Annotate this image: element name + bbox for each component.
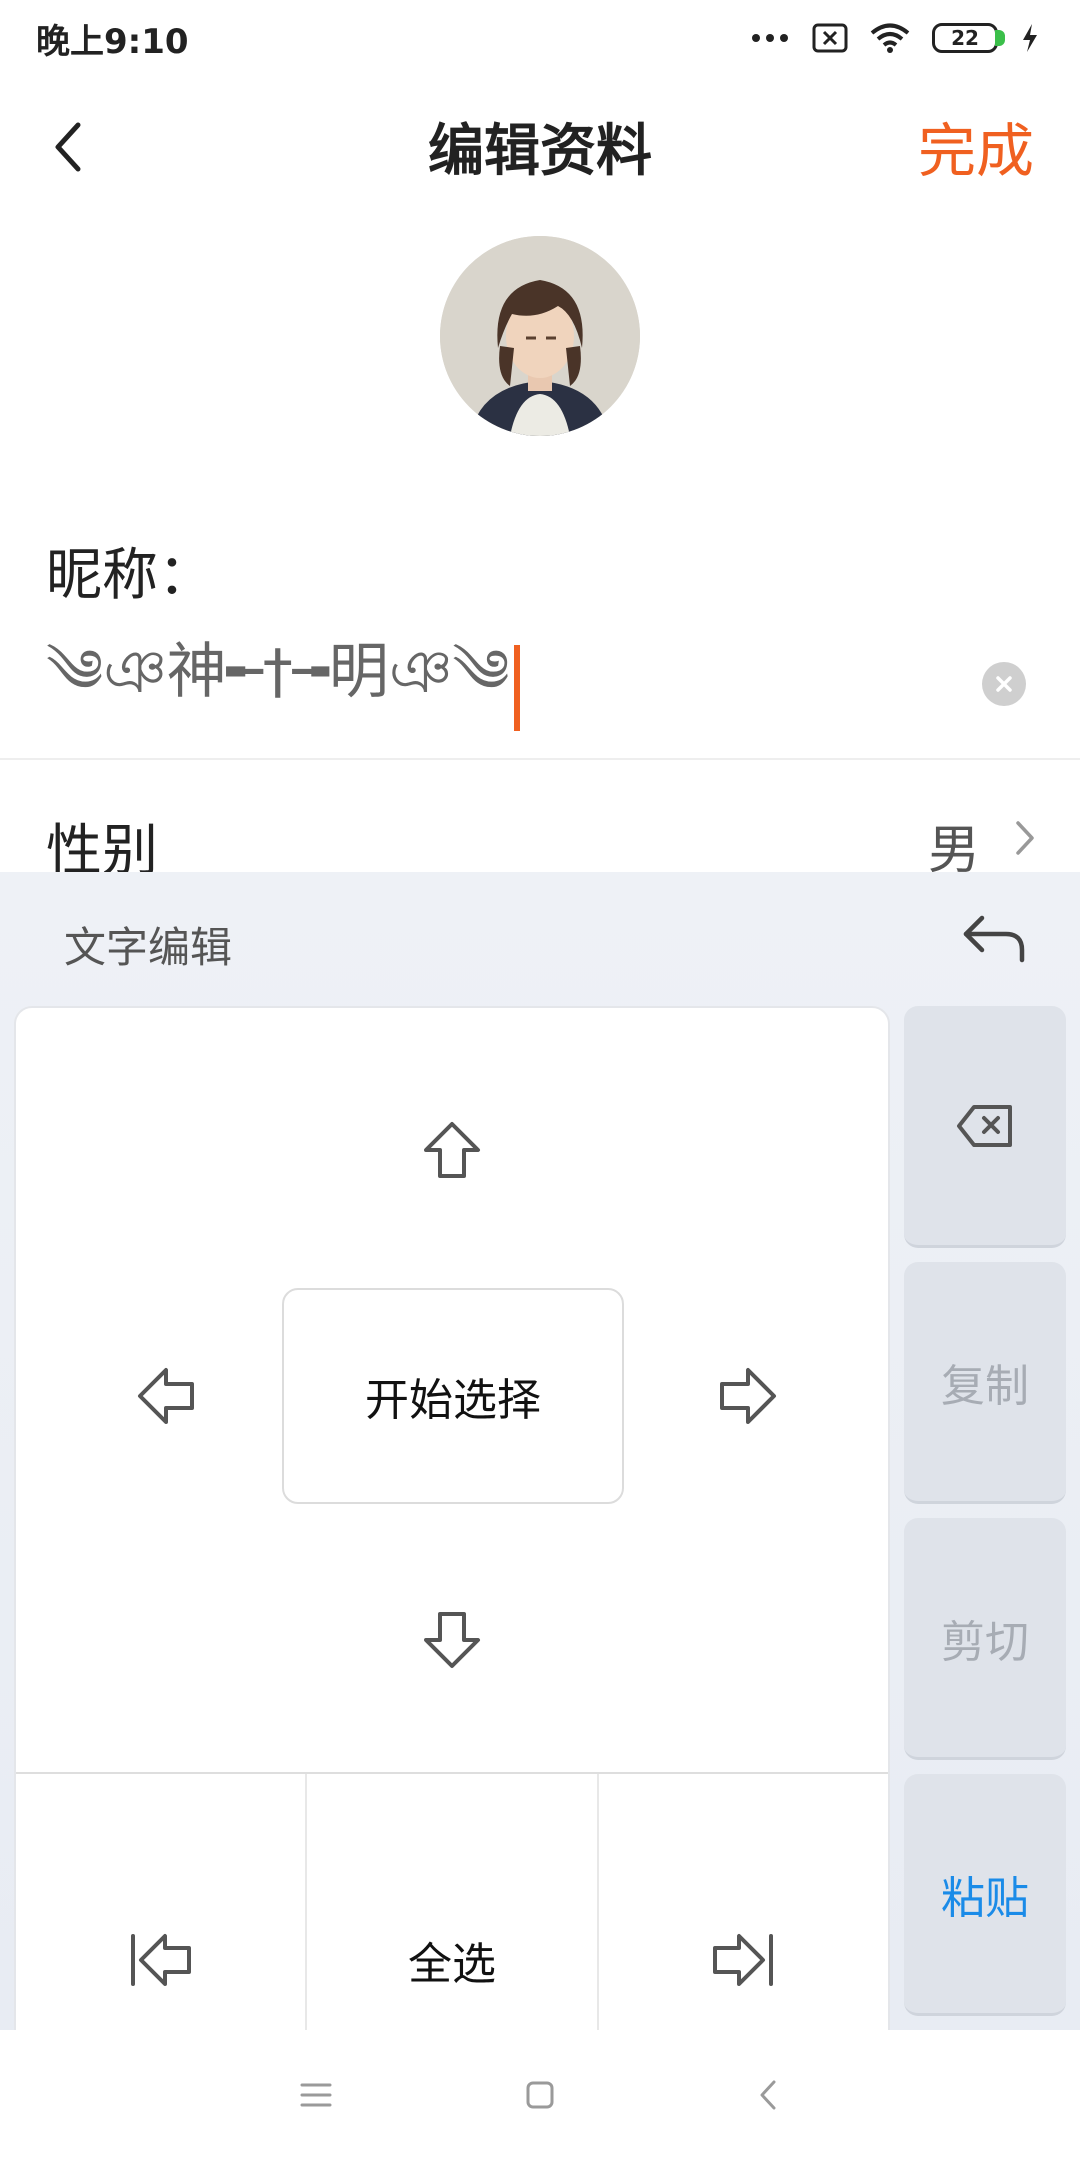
- sim-error-icon: [812, 23, 848, 53]
- wifi-icon: [870, 23, 910, 53]
- nickname-text: ༄ঞ神╾†╼明ঞ༄: [46, 636, 510, 707]
- done-button[interactable]: 完成: [918, 104, 1034, 188]
- nickname-label: 昵称：: [46, 543, 214, 608]
- close-icon: [996, 676, 1012, 692]
- clear-input-button[interactable]: [982, 662, 1026, 706]
- clipboard-actions: 复制 剪切 粘贴: [904, 1006, 1066, 2030]
- battery-icon: 22: [932, 23, 1005, 53]
- charging-icon: [1023, 24, 1037, 52]
- paste-button[interactable]: 粘贴: [904, 1774, 1066, 2016]
- arrow-up-icon[interactable]: [420, 1118, 484, 1182]
- backspace-icon: [957, 1104, 1012, 1147]
- undo-icon[interactable]: [960, 908, 1030, 968]
- nickname-input[interactable]: ༄ঞ神╾†╼明ঞ༄: [46, 628, 986, 748]
- arrow-left-icon[interactable]: [134, 1364, 198, 1428]
- nav-home-button[interactable]: [510, 2070, 570, 2120]
- home-icon: [526, 2081, 554, 2109]
- start-select-button[interactable]: 开始选择: [282, 1288, 624, 1504]
- more-dots-icon: [752, 34, 788, 42]
- avatar[interactable]: [440, 236, 640, 436]
- nav-back-button[interactable]: [738, 2070, 798, 2120]
- cursor-pad: 开始选择 全选: [14, 1006, 890, 2148]
- battery-tip: [995, 30, 1005, 46]
- gender-row[interactable]: 性别 男: [0, 760, 1080, 884]
- cut-button[interactable]: 剪切: [904, 1518, 1066, 1760]
- nav-menu-button[interactable]: [286, 2070, 346, 2120]
- chevron-right-icon: [1016, 821, 1034, 855]
- text-edit-panel: 文字编辑 开始选择 全选 复制 剪切 粘贴: [0, 872, 1080, 2148]
- battery-level: 22: [951, 26, 979, 50]
- arrow-right-icon[interactable]: [716, 1364, 780, 1428]
- back-icon: [760, 2080, 776, 2110]
- status-icons: 22: [750, 22, 1040, 54]
- arrow-to-start-icon: [130, 1934, 191, 1986]
- cursor-pad-directions: 开始选择: [16, 1008, 888, 1772]
- arrow-down-icon[interactable]: [420, 1608, 484, 1672]
- arrow-to-end-icon: [713, 1934, 774, 1986]
- status-bar: 晚上9:10 22: [0, 0, 1080, 76]
- text-caret: [513, 645, 520, 731]
- navigation-bar: [0, 2030, 1080, 2160]
- status-time: 晚上9:10: [36, 21, 189, 62]
- menu-icon: [300, 2083, 332, 2107]
- copy-button[interactable]: 复制: [904, 1262, 1066, 1504]
- panel-title: 文字编辑: [64, 923, 233, 972]
- header: 编辑资料 完成: [0, 76, 1080, 212]
- delete-button[interactable]: [904, 1006, 1066, 1248]
- avatar-image: [440, 236, 640, 436]
